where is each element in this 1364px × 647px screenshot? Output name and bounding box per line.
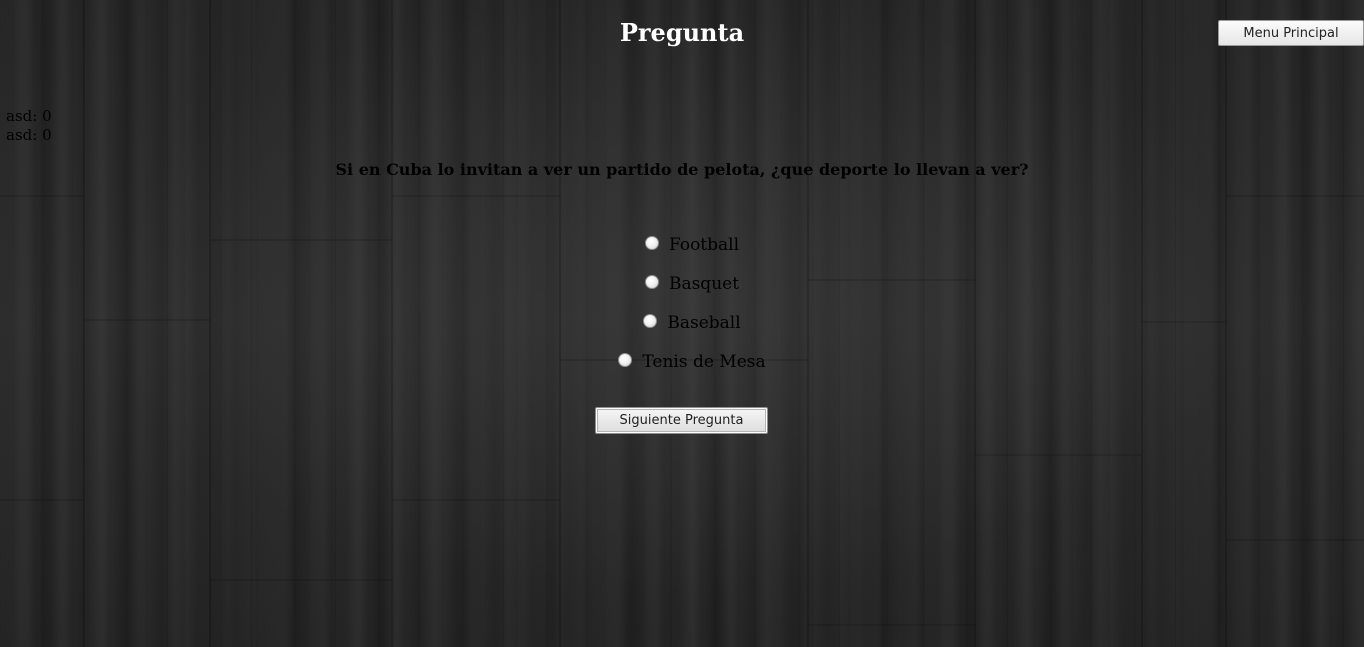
page-title: Pregunta xyxy=(619,18,745,47)
answer-option: Tenis de Mesa xyxy=(0,349,1364,388)
answer-label: Tenis de Mesa xyxy=(642,352,766,372)
answer-options: Football Basquet Baseball Tenis de Mesa xyxy=(0,232,1364,388)
answer-option: Football xyxy=(0,232,1364,271)
radio-button[interactable] xyxy=(643,314,658,328)
radio-button[interactable] xyxy=(644,275,659,289)
answer-option-basquet[interactable]: Basquet xyxy=(625,271,739,297)
answer-option: Baseball xyxy=(0,310,1364,349)
answer-label: Football xyxy=(668,235,740,255)
radio-button[interactable] xyxy=(644,236,659,250)
answer-option-football[interactable]: Football xyxy=(625,232,739,258)
score-item: asd: 0 xyxy=(6,126,52,144)
score-list: asd: 0 asd: 0 xyxy=(6,107,52,145)
menu-principal-button[interactable]: Menu Principal xyxy=(1218,20,1364,46)
answer-option-baseball[interactable]: Baseball xyxy=(623,310,741,336)
question-text: Si en Cuba lo invitan a ver un partido d… xyxy=(335,160,1029,179)
next-question-button[interactable]: Siguiente Pregunta xyxy=(595,407,768,434)
radio-button[interactable] xyxy=(618,353,633,367)
answer-option: Basquet xyxy=(0,271,1364,310)
answer-option-tenis-de-mesa[interactable]: Tenis de Mesa xyxy=(598,349,766,375)
answer-label: Baseball xyxy=(667,313,741,333)
answer-label: Basquet xyxy=(668,274,740,294)
score-item: asd: 0 xyxy=(6,107,52,125)
